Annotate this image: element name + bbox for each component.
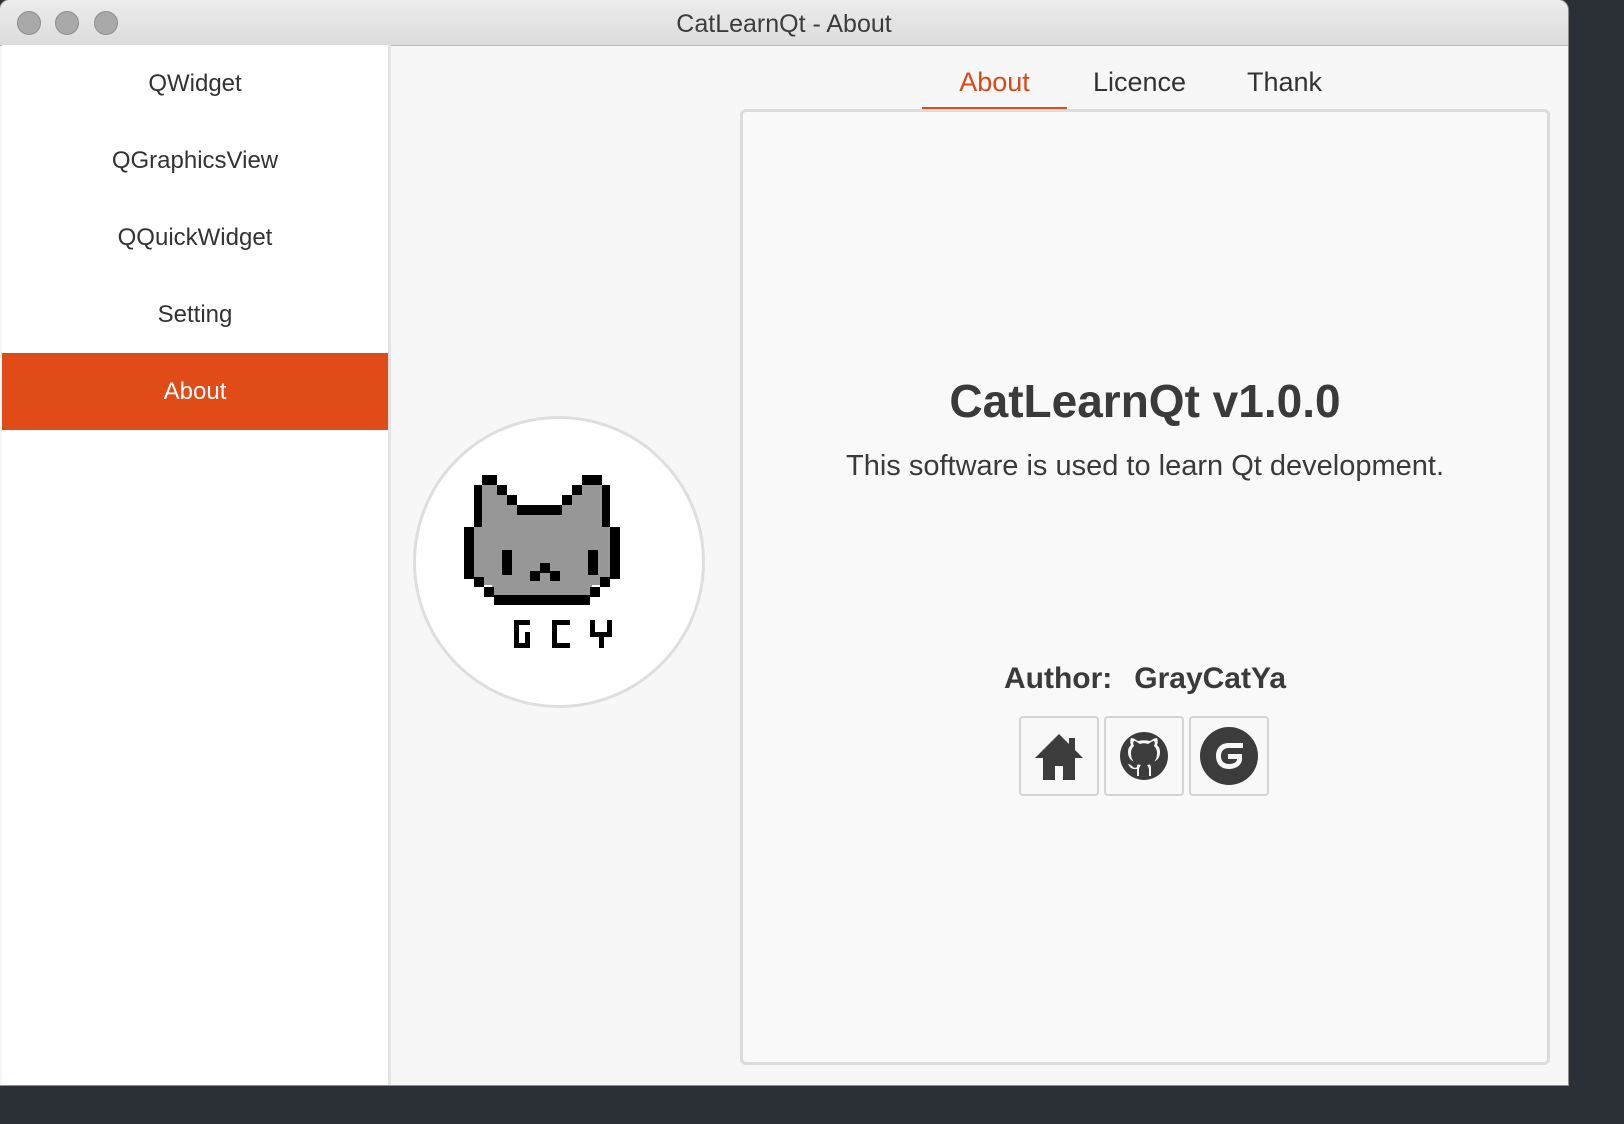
app-window: CatLearnQt - About QWidget QGraphicsView… <box>0 0 1568 1085</box>
pixel-cat-icon <box>464 475 620 648</box>
github-link-button[interactable] <box>1104 716 1184 796</box>
tab-about[interactable]: About <box>922 59 1067 111</box>
title-bar[interactable]: CatLearnQt - About <box>0 0 1568 46</box>
tab-thank[interactable]: Thank <box>1212 59 1357 107</box>
about-panel: CatLearnQt v1.0.0 This software is used … <box>740 109 1550 1065</box>
author-name: GrayCatYa <box>1134 662 1287 695</box>
sidebar-item-about[interactable]: About <box>2 353 388 430</box>
app-title: CatLearnQt v1.0.0 <box>949 375 1341 427</box>
tab-licence[interactable]: Licence <box>1067 59 1212 107</box>
sidebar-item-qwidget[interactable]: QWidget <box>2 45 388 122</box>
gitee-icon <box>1200 727 1258 785</box>
sidebar-item-setting[interactable]: Setting <box>2 276 388 353</box>
cat-logo-avatar <box>413 416 705 708</box>
author-line: Author: GrayCatYa <box>743 662 1547 696</box>
sidebar-item-qgraphicsview[interactable]: QGraphicsView <box>2 122 388 199</box>
sidebar: QWidget QGraphicsView QQuickWidget Setti… <box>2 45 391 1085</box>
gitee-link-button[interactable] <box>1189 716 1269 796</box>
window-title: CatLearnQt - About <box>676 10 892 38</box>
main-content: About Licence Thank CatLearnQt v1.0.0 Th… <box>391 45 1568 1085</box>
author-label: Author: <box>1003 662 1113 695</box>
home-link-button[interactable] <box>1019 716 1099 796</box>
github-icon <box>1120 732 1168 780</box>
sidebar-item-qquickwidget[interactable]: QQuickWidget <box>2 199 388 276</box>
app-description: This software is used to learn Qt develo… <box>845 450 1444 482</box>
home-icon <box>1035 734 1083 780</box>
